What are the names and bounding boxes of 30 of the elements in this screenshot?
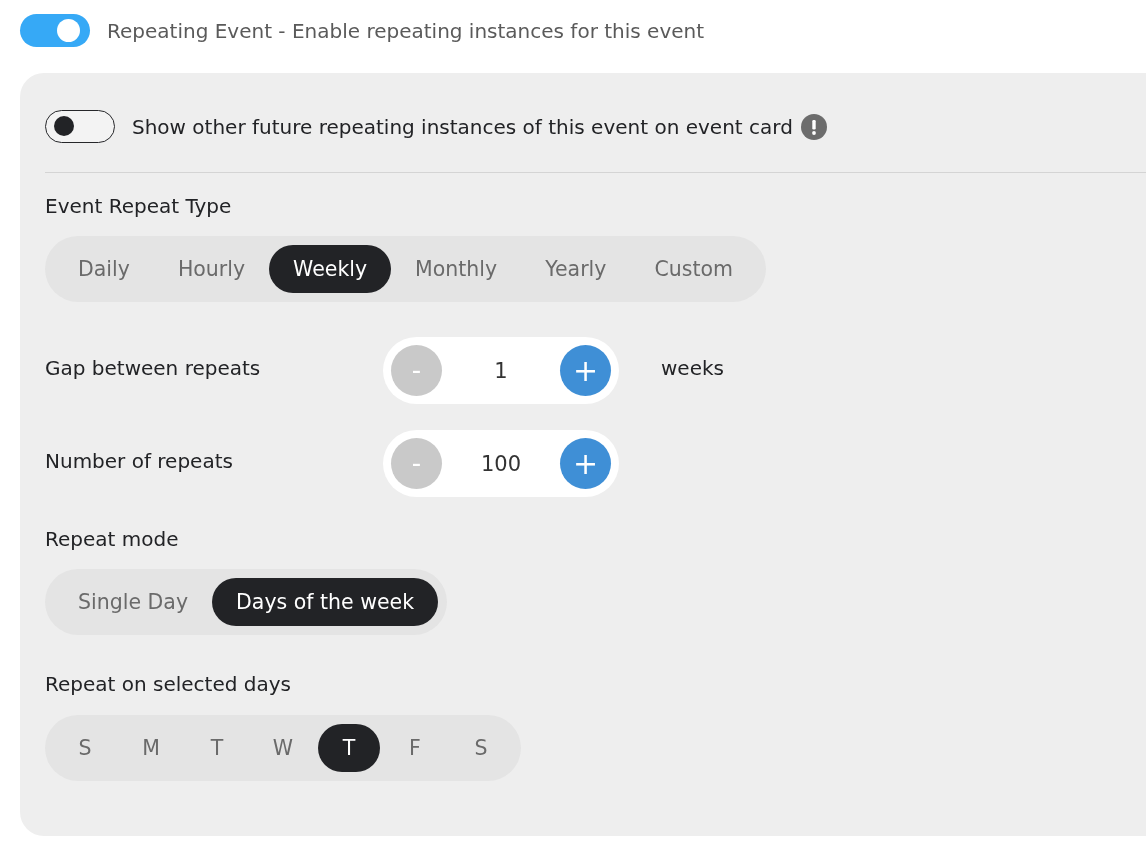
repeat-type-option[interactable]: Weekly xyxy=(269,245,392,293)
stepper-value: 100 xyxy=(479,451,523,476)
toggle-switch[interactable] xyxy=(20,14,90,47)
toggle-label: Show other future repeating instances of this event on event card xyxy=(132,114,793,139)
unit-label: weeks xyxy=(661,355,724,380)
section-label: Event Repeat Type xyxy=(45,193,232,219)
weekday-option[interactable]: S xyxy=(450,724,512,772)
repeat-type-option[interactable]: Yearly xyxy=(521,245,631,293)
increment-button[interactable]: + xyxy=(560,438,611,489)
weekday-option[interactable]: W xyxy=(252,724,314,772)
weekday-option[interactable]: M xyxy=(120,724,182,772)
stepper-value: 1 xyxy=(493,358,509,383)
toggle-label: Repeating Event - Enable repeating instances for this event xyxy=(107,18,705,43)
repeat-mode-option[interactable]: Single Day xyxy=(54,578,213,626)
section-label: Repeat on selected days xyxy=(45,671,291,697)
section-label: Repeat mode xyxy=(45,526,179,552)
repeat-mode-option[interactable]: Days of the week xyxy=(212,578,438,626)
weekday-option[interactable]: T xyxy=(318,724,380,772)
field-label: Number of repeats xyxy=(45,448,233,473)
weekday-option[interactable]: T xyxy=(186,724,248,772)
repeat-type-option[interactable]: Hourly xyxy=(153,245,270,293)
repeat-type-option[interactable]: Monthly xyxy=(391,245,522,293)
toggle-switch[interactable] xyxy=(45,110,115,143)
repeat-type-option[interactable]: Custom xyxy=(630,245,757,293)
repeat-type-option[interactable]: Daily xyxy=(54,245,154,293)
weekday-option[interactable]: S xyxy=(54,724,116,772)
exclamation-icon xyxy=(800,113,827,140)
weekday-option[interactable]: F xyxy=(384,724,446,772)
increment-button[interactable]: + xyxy=(560,345,611,396)
field-label: Gap between repeats xyxy=(45,355,261,380)
